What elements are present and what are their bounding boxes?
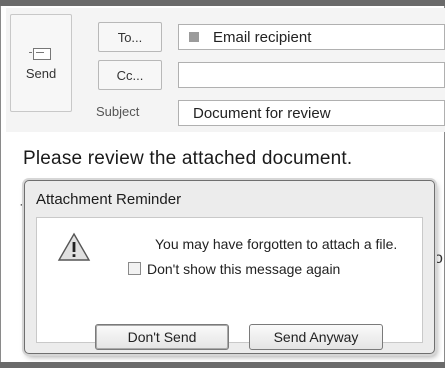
dialog-content: You may have forgotten to attach a file.… xyxy=(36,217,423,350)
send-button[interactable]: Send xyxy=(10,14,72,112)
send-anyway-button[interactable]: Send Anyway xyxy=(249,324,383,350)
send-envelope-icon xyxy=(29,46,53,60)
to-field-value: Email recipient xyxy=(213,28,312,46)
to-button[interactable]: To... xyxy=(98,22,162,52)
subject-label: Subject xyxy=(96,104,140,119)
cc-field[interactable] xyxy=(178,62,445,88)
dont-send-button[interactable]: Don't Send xyxy=(95,324,229,350)
dialog-title: Attachment Reminder xyxy=(36,191,182,208)
dialog-message: You may have forgotten to attach a file. xyxy=(155,236,398,252)
to-field[interactable]: Email recipient xyxy=(178,24,445,50)
message-body-fragment: o xyxy=(434,250,443,267)
send-anyway-label: Send Anyway xyxy=(273,329,359,345)
window-bottom-border xyxy=(0,362,445,368)
to-button-label: To... xyxy=(117,29,143,45)
recipient-chip-icon xyxy=(189,32,199,42)
subject-field-value: Document for review xyxy=(193,104,331,122)
subject-field[interactable]: Document for review xyxy=(178,100,445,126)
warning-triangle-icon xyxy=(57,232,91,261)
send-button-label: Send xyxy=(25,65,57,81)
cc-button[interactable]: Cc... xyxy=(98,60,162,90)
dont-send-label: Don't Send xyxy=(127,329,197,345)
cc-button-label: Cc... xyxy=(116,67,144,83)
message-body-text[interactable]: Please review the attached document. xyxy=(23,148,352,170)
dont-show-again-label[interactable]: Don't show this message again xyxy=(147,261,340,277)
attachment-reminder-dialog: Attachment Reminder You may have forgott… xyxy=(24,180,435,354)
window-top-border xyxy=(0,0,445,6)
dont-show-again-checkbox[interactable] xyxy=(128,262,141,275)
